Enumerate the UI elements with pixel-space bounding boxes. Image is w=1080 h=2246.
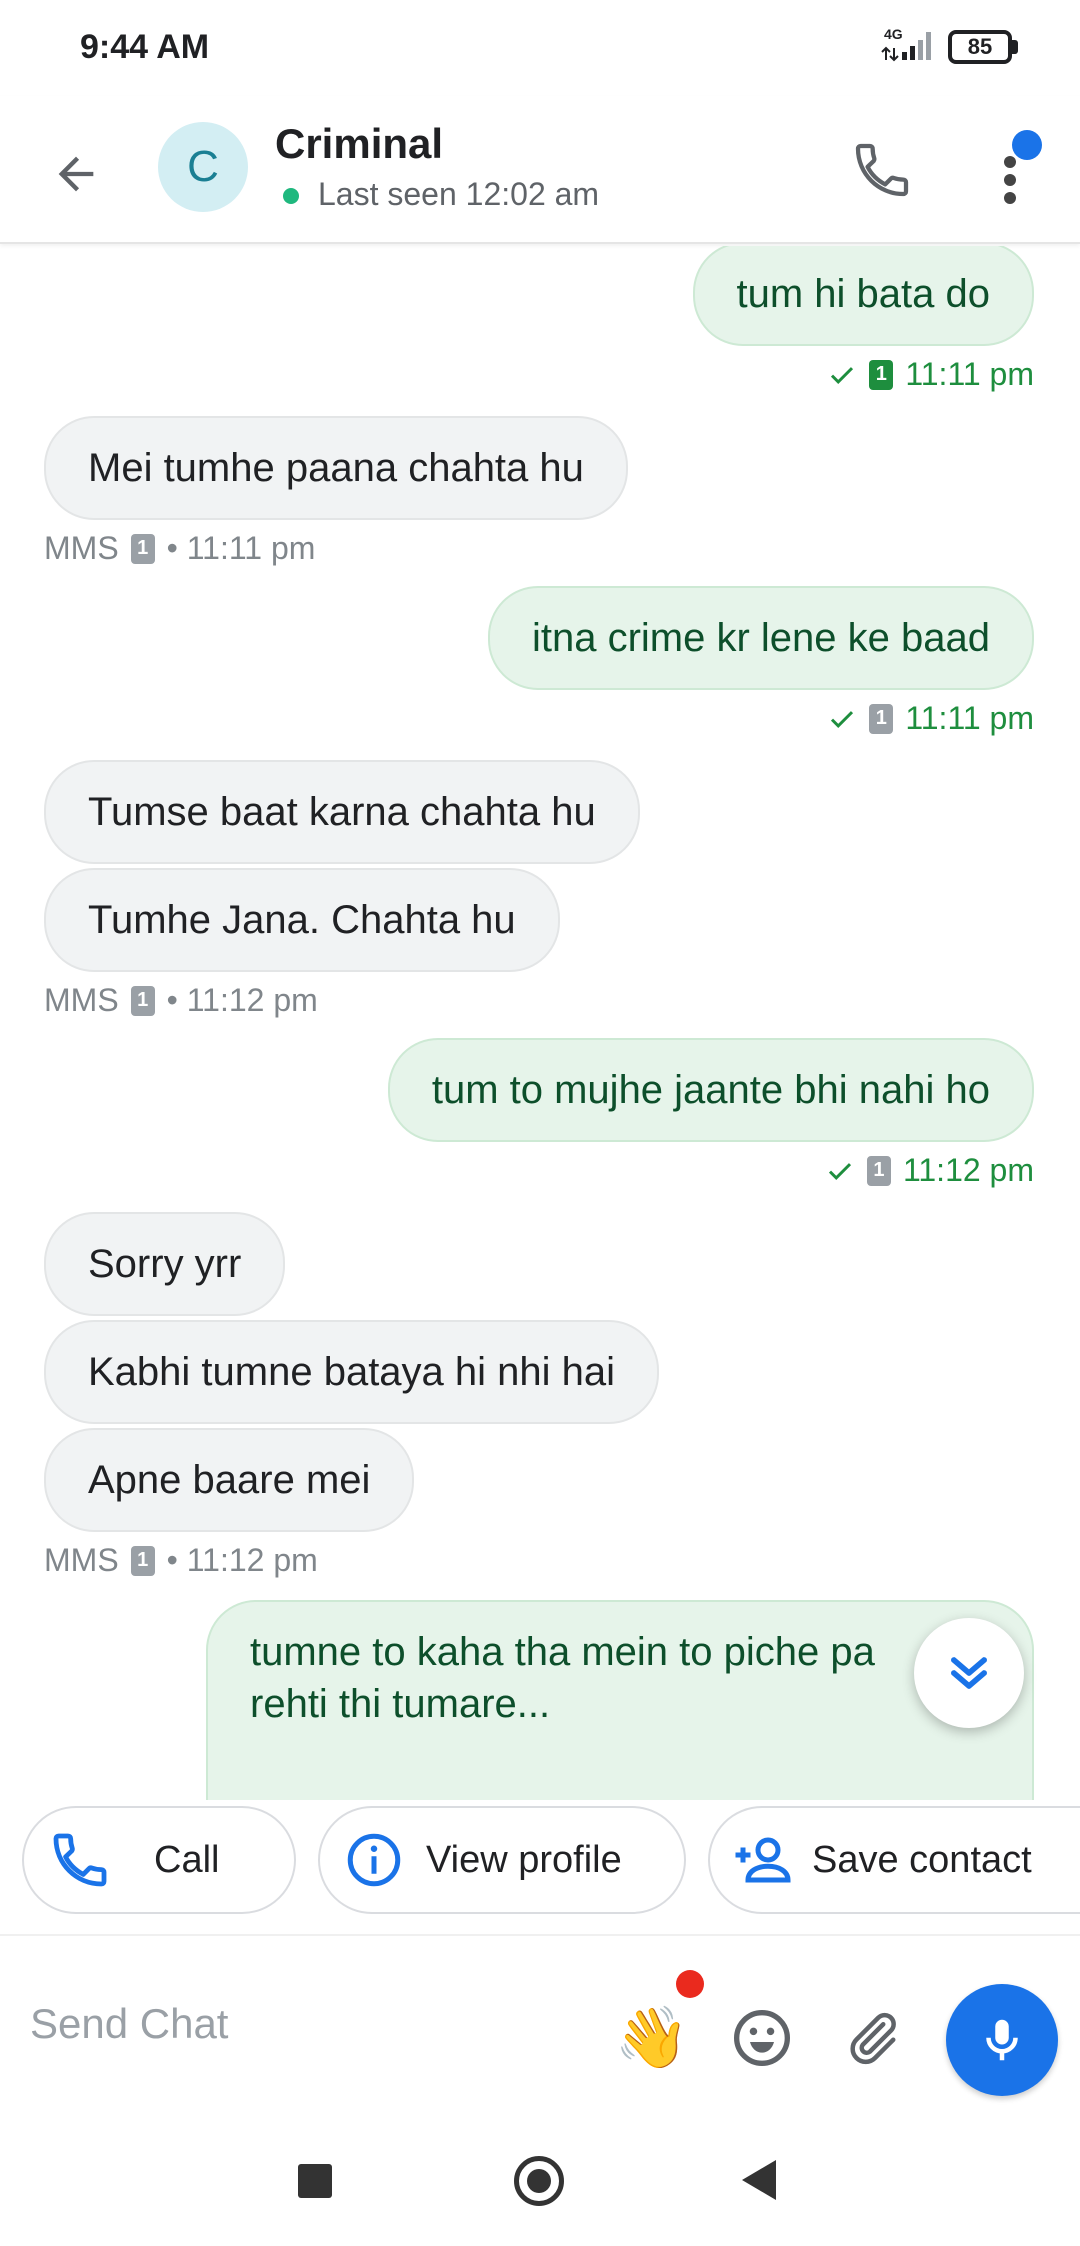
header-call-button[interactable] — [842, 130, 922, 210]
message-meta: MMS 1 • 11:11 pm — [44, 530, 315, 567]
arrow-left-icon — [58, 156, 94, 192]
status-bar: 9:44 AM 4G 85 — [0, 0, 1080, 96]
more-options-button[interactable] — [990, 130, 1050, 210]
sim-icon: 1 — [130, 1545, 155, 1576]
message-text: Kabhi tumne bataya hi nhi hai — [88, 1350, 616, 1394]
more-dot — [1004, 156, 1016, 168]
home-button[interactable] — [514, 2156, 564, 2206]
more-dot — [1004, 174, 1016, 186]
online-status-dot — [283, 188, 299, 204]
message-status: 1 11:11 pm — [827, 356, 1034, 393]
message-text: tum to mujhe jaante bhi nahi ho — [431, 1068, 990, 1112]
sim-icon: 1 — [130, 985, 155, 1016]
incoming-message[interactable]: Sorry yrr — [44, 1212, 286, 1316]
mms-label: MMS — [44, 982, 119, 1018]
view-profile-chip[interactable]: View profile — [318, 1806, 686, 1914]
message-time: • 11:12 pm — [166, 982, 318, 1018]
save-contact-chip[interactable]: Save contact — [708, 1806, 1080, 1914]
outgoing-message[interactable]: tum to mujhe jaante bhi nahi ho — [387, 1038, 1034, 1142]
smiley-icon — [734, 2010, 790, 2066]
message-time: • 11:12 pm — [166, 1542, 318, 1578]
sim-icon: 1 — [866, 1155, 891, 1186]
message-meta: MMS 1 • 11:12 pm — [44, 982, 318, 1019]
network-type: 4G — [884, 26, 903, 42]
sim-icon: 1 — [869, 703, 894, 734]
info-icon — [347, 1833, 401, 1887]
status-time: 9:44 AM — [80, 28, 210, 66]
emoji-button[interactable] — [722, 1998, 802, 2078]
mms-label: MMS — [44, 1542, 119, 1578]
wave-emoji-button[interactable]: 👋 — [612, 1998, 692, 2078]
outgoing-message[interactable]: tumne to kaha tha mein to piche pa rehti… — [206, 1600, 1034, 1800]
sim-icon: 1 — [130, 533, 155, 564]
chip-label: Save contact — [812, 1838, 1032, 1881]
signal-icon: 4G — [880, 26, 940, 64]
message-text: Apne baare mei — [88, 1458, 371, 1502]
scroll-to-bottom-button[interactable] — [914, 1618, 1024, 1728]
incoming-message[interactable]: Mei tumhe paana chahta hu — [44, 416, 628, 520]
message-text: itna crime kr lene ke baad — [531, 616, 990, 660]
last-seen-text: Last seen 12:02 am — [318, 176, 600, 212]
message-time: 11:11 pm — [905, 356, 1034, 392]
message-text: tum hi bata do — [736, 272, 991, 316]
call-chip[interactable]: Call — [22, 1806, 296, 1914]
message-status: 1 11:12 pm — [825, 1152, 1034, 1189]
chip-label: View profile — [426, 1838, 622, 1881]
battery-level: 85 — [948, 30, 1012, 64]
message-text: Tumhe Jana. Chahta hu — [88, 898, 516, 942]
outgoing-message[interactable]: itna crime kr lene ke baad — [487, 586, 1034, 690]
avatar[interactable]: C — [158, 122, 248, 212]
incoming-message[interactable]: Apne baare mei — [44, 1428, 415, 1532]
message-time: • 11:11 pm — [166, 530, 316, 566]
send-chat-input[interactable] — [30, 1984, 590, 2064]
system-navigation-bar — [0, 2116, 1080, 2246]
sim-icon: 1 — [869, 359, 894, 390]
voice-record-button[interactable] — [946, 1984, 1058, 2096]
more-dot — [1004, 192, 1016, 204]
chip-label: Call — [154, 1838, 220, 1881]
check-icon — [831, 710, 854, 728]
microphone-icon — [986, 2019, 1018, 2061]
new-indicator-dot — [676, 1970, 704, 1998]
battery-icon: 85 — [948, 30, 1020, 64]
message-text: Tumse baat karna chahta hu — [88, 790, 596, 834]
add-person-icon — [735, 1837, 791, 1883]
conversation-header: C Criminal Last seen 12:02 am — [0, 96, 1080, 244]
system-back-button[interactable] — [742, 2160, 776, 2200]
message-text: Sorry yrr — [88, 1242, 242, 1286]
double-chevron-down-icon — [951, 1657, 987, 1689]
message-text: Mei tumhe paana chahta hu — [88, 446, 584, 490]
message-meta: MMS 1 • 11:12 pm — [44, 1542, 318, 1579]
back-button[interactable] — [40, 138, 112, 210]
message-text-line: rehti thi tumare... — [250, 1682, 551, 1726]
incoming-message[interactable]: Kabhi tumne bataya hi nhi hai — [44, 1320, 660, 1424]
notification-dot — [1012, 130, 1042, 160]
incoming-message[interactable]: Tumhe Jana. Chahta hu — [44, 868, 560, 972]
suggestion-chips: Call View profile Save contact — [0, 1800, 1080, 1920]
mms-label: MMS — [44, 530, 119, 566]
message-list[interactable]: tum hi bata do 1 11:11 pm Mei tumhe paan… — [0, 246, 1080, 1800]
phone-icon — [855, 143, 909, 197]
message-composer: 👋 — [0, 1934, 1080, 2114]
message-status: 1 11:11 pm — [827, 700, 1034, 737]
outgoing-message[interactable]: tum hi bata do — [692, 246, 1034, 346]
message-time: 11:12 pm — [902, 1152, 1034, 1188]
waving-hand-icon: 👋 — [614, 2004, 690, 2071]
attach-button[interactable] — [832, 1998, 912, 2078]
message-text-line: tumne to kaha tha mein to piche pa — [250, 1630, 875, 1674]
phone-icon — [53, 1833, 107, 1887]
paperclip-icon — [850, 2012, 896, 2064]
recents-button[interactable] — [298, 2164, 332, 2198]
check-icon — [831, 366, 854, 384]
home-icon — [527, 2169, 551, 2193]
check-icon — [828, 1162, 852, 1180]
message-time: 11:11 pm — [905, 700, 1034, 736]
incoming-message[interactable]: Tumse baat karna chahta hu — [44, 760, 640, 864]
contact-name[interactable]: Criminal — [275, 120, 443, 168]
